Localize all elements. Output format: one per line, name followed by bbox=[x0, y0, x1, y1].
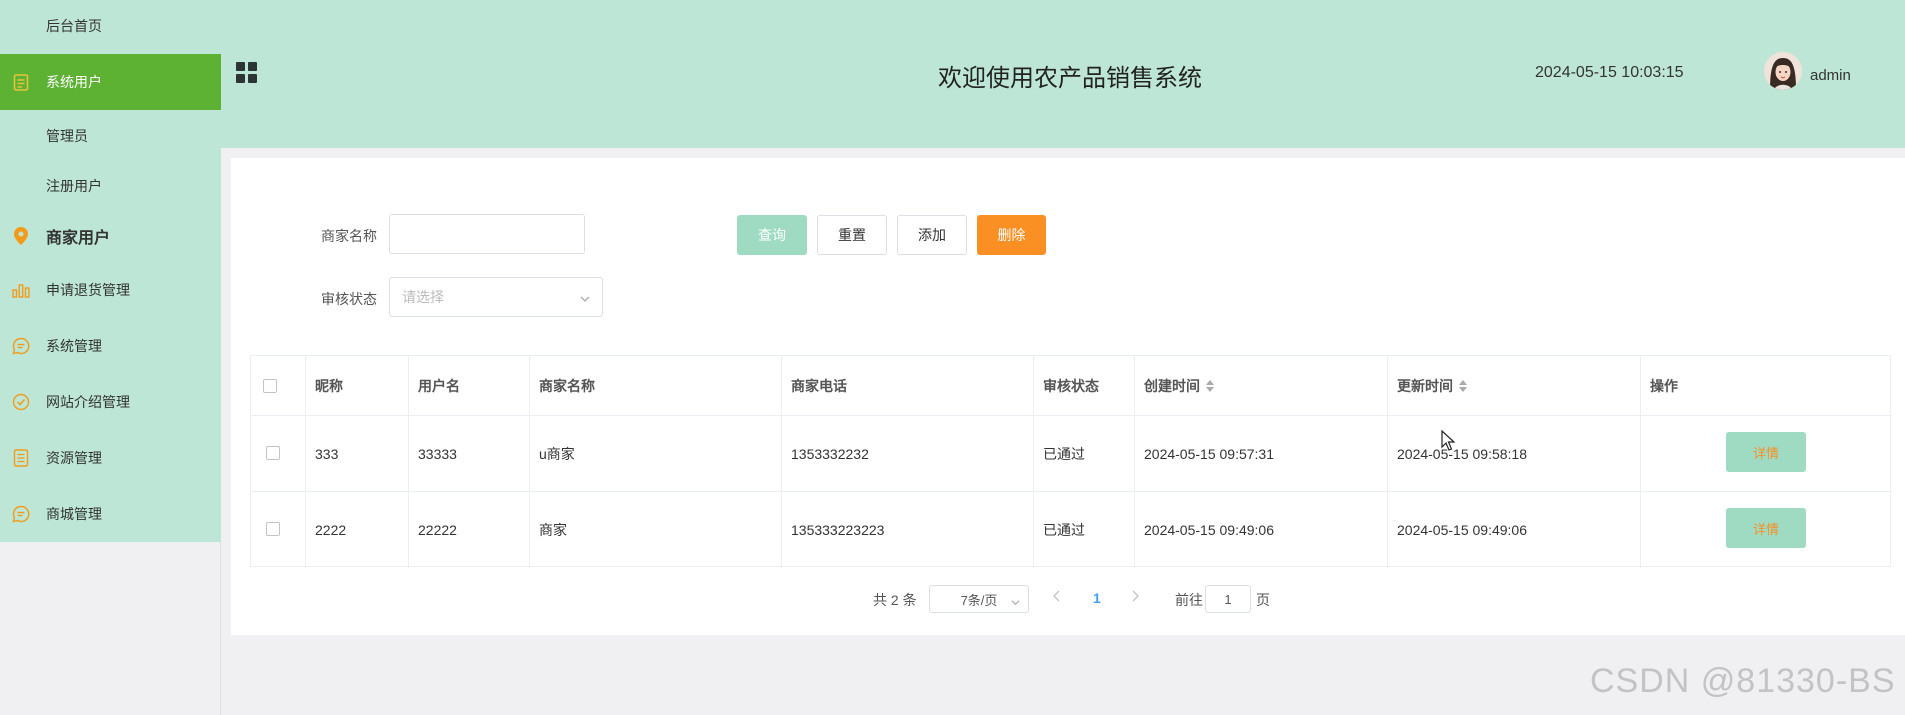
column-header-label: 更新时间 bbox=[1397, 377, 1453, 394]
table-cell-nickname: 333 bbox=[315, 445, 339, 462]
table-cell-phone: 1353332232 bbox=[791, 445, 869, 462]
page-size-select[interactable]: 7条/页 bbox=[929, 585, 1029, 613]
merchant-table: 昵称 用户名 商家名称 商家电话 审核状态 创建时间 更新时间 操作 333 3… bbox=[250, 355, 1892, 568]
sidebar-item-mall-management[interactable]: 商城管理 bbox=[0, 486, 221, 542]
column-header-actions: 操作 bbox=[1650, 377, 1678, 394]
bar-chart-icon bbox=[11, 280, 31, 300]
sidebar-item-label: 申请退货管理 bbox=[46, 282, 130, 298]
sidebar-item-label: 商家用户 bbox=[46, 230, 111, 247]
column-header-label: 创建时间 bbox=[1144, 377, 1200, 394]
header-datetime: 2024-05-15 10:03:15 bbox=[1535, 64, 1684, 81]
column-header-created-time[interactable]: 创建时间 bbox=[1134, 356, 1214, 415]
table-cell-phone: 135333223223 bbox=[791, 521, 885, 538]
sidebar-item-label: 注册用户 bbox=[46, 178, 102, 194]
table-cell-username: 33333 bbox=[418, 445, 457, 462]
location-pin-icon bbox=[11, 226, 31, 246]
table-cell-status: 已通过 bbox=[1043, 445, 1085, 462]
watermark: CSDN @81330-BS bbox=[1590, 662, 1896, 700]
table-cell-updated: 2024-05-15 09:58:18 bbox=[1397, 445, 1527, 462]
check-circle-icon bbox=[11, 392, 31, 412]
sidebar-item-label: 系统用户 bbox=[46, 74, 102, 90]
sidebar-item-home[interactable]: 后台首页 bbox=[0, 0, 221, 52]
column-header-username: 用户名 bbox=[418, 377, 460, 394]
sidebar-item-label: 资源管理 bbox=[46, 450, 102, 466]
query-button[interactable]: 查询 bbox=[737, 215, 807, 255]
audit-status-label: 审核状态 bbox=[321, 291, 377, 307]
row-checkbox[interactable] bbox=[266, 522, 280, 536]
sidebar-item-label: 系统管理 bbox=[46, 338, 102, 354]
sidebar-item-resources[interactable]: 资源管理 bbox=[0, 430, 221, 486]
sidebar-item-admins[interactable]: 管理员 bbox=[0, 108, 221, 164]
column-header-audit-status: 审核状态 bbox=[1043, 377, 1099, 394]
delete-button[interactable]: 删除 bbox=[977, 215, 1046, 255]
header-username[interactable]: admin bbox=[1810, 67, 1851, 84]
table-cell-created: 2024-05-15 09:49:06 bbox=[1144, 521, 1274, 538]
detail-button[interactable]: 详情 bbox=[1726, 508, 1806, 548]
page-title: 欢迎使用农产品销售系统 bbox=[938, 65, 1202, 92]
sidebar-item-system-management[interactable]: 系统管理 bbox=[0, 318, 221, 374]
detail-button[interactable]: 详情 bbox=[1726, 432, 1806, 472]
chat-icon bbox=[11, 336, 31, 356]
table-cell-nickname: 2222 bbox=[315, 521, 347, 538]
column-header-merchant-phone: 商家电话 bbox=[791, 377, 847, 394]
avatar[interactable] bbox=[1764, 52, 1802, 90]
sidebar-item-label: 商城管理 bbox=[46, 506, 102, 522]
sidebar-item-registered-users[interactable]: 注册用户 bbox=[0, 158, 221, 214]
menu-grid-icon[interactable] bbox=[236, 62, 258, 84]
sidebar-item-system-users[interactable]: 系统用户 bbox=[0, 54, 221, 110]
document-icon bbox=[11, 448, 31, 468]
sort-icon[interactable] bbox=[1206, 379, 1214, 392]
sidebar: 后台首页 系统用户 管理员 注册用户 商家用户 申请退货管理 系统管理 网站介绍… bbox=[0, 0, 221, 542]
page-size-value: 7条/页 bbox=[960, 592, 998, 608]
sort-icon[interactable] bbox=[1459, 379, 1467, 392]
goto-page-input[interactable]: 1 bbox=[1205, 585, 1251, 613]
goto-suffix: 页 bbox=[1256, 592, 1270, 608]
current-page[interactable]: 1 bbox=[1093, 590, 1101, 606]
merchant-name-label: 商家名称 bbox=[321, 228, 377, 244]
row-checkbox[interactable] bbox=[266, 446, 280, 460]
sidebar-item-return-requests[interactable]: 申请退货管理 bbox=[0, 262, 221, 318]
chevron-down-icon bbox=[580, 291, 590, 307]
table-cell-merchant-name: u商家 bbox=[539, 445, 575, 462]
audit-status-select[interactable]: 请选择 bbox=[389, 277, 603, 317]
next-page-icon[interactable] bbox=[1130, 590, 1140, 602]
column-header-merchant-name: 商家名称 bbox=[539, 377, 595, 394]
sidebar-item-site-intro[interactable]: 网站介绍管理 bbox=[0, 374, 221, 430]
select-all-checkbox[interactable] bbox=[263, 379, 277, 393]
sidebar-item-label: 管理员 bbox=[46, 128, 88, 144]
sidebar-item-label: 后台首页 bbox=[46, 18, 102, 34]
sidebar-empty-area bbox=[0, 542, 221, 715]
reset-button[interactable]: 重置 bbox=[817, 215, 887, 255]
add-button[interactable]: 添加 bbox=[897, 215, 967, 255]
clipboard-icon bbox=[11, 72, 31, 92]
table-cell-status: 已通过 bbox=[1043, 521, 1085, 538]
audit-status-placeholder: 请选择 bbox=[402, 289, 444, 305]
mouse-cursor-icon bbox=[1441, 429, 1456, 457]
chat-icon bbox=[11, 504, 31, 524]
prev-page-icon[interactable] bbox=[1052, 590, 1062, 602]
column-header-updated-time[interactable]: 更新时间 bbox=[1387, 356, 1467, 415]
sidebar-item-merchant-users[interactable]: 商家用户 bbox=[0, 208, 221, 264]
sidebar-item-label: 网站介绍管理 bbox=[46, 394, 130, 410]
table-cell-updated: 2024-05-15 09:49:06 bbox=[1397, 521, 1527, 538]
column-header-nickname: 昵称 bbox=[315, 377, 343, 394]
merchant-name-input[interactable] bbox=[389, 214, 585, 254]
table-cell-merchant-name: 商家 bbox=[539, 521, 567, 538]
chevron-down-icon bbox=[1011, 595, 1020, 610]
goto-prefix: 前往 bbox=[1175, 592, 1203, 608]
pagination-total: 共 2 条 bbox=[873, 592, 917, 608]
table-cell-username: 22222 bbox=[418, 521, 457, 538]
table-cell-created: 2024-05-15 09:57:31 bbox=[1144, 445, 1274, 462]
